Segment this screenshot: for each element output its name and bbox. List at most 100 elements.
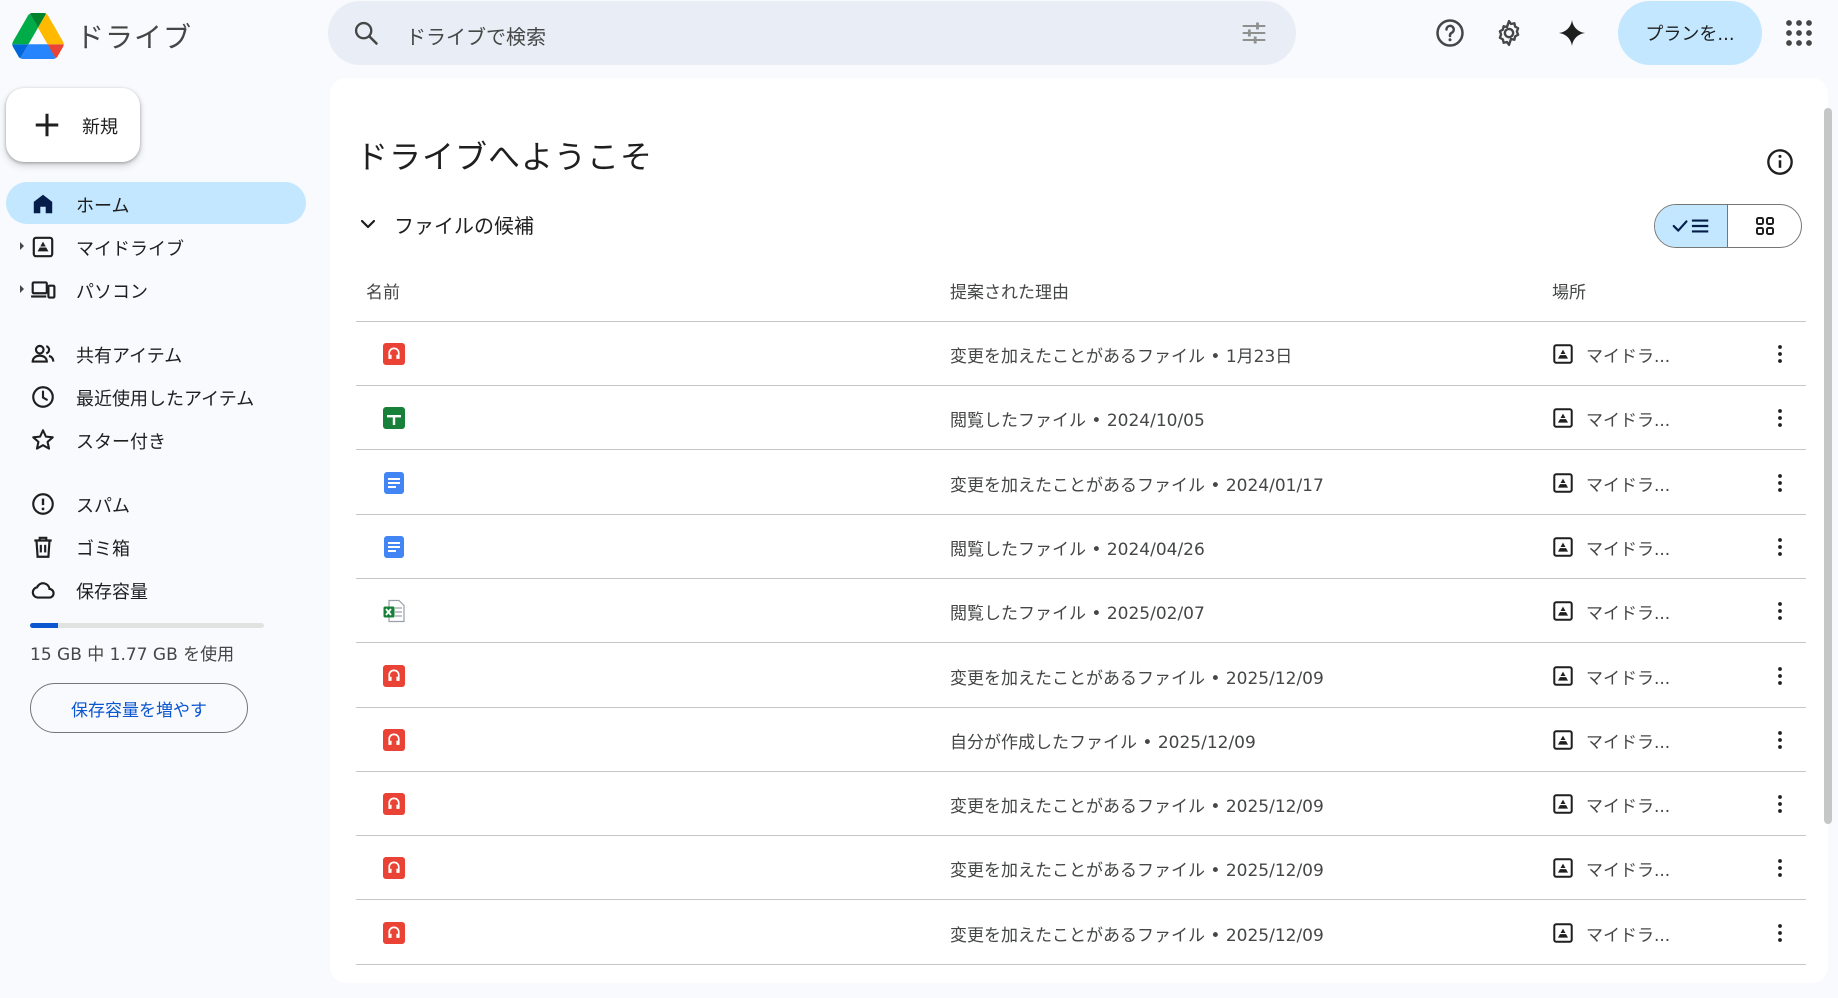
search-input[interactable]: ドライブで検索 bbox=[406, 21, 546, 50]
more-actions-icon[interactable] bbox=[1766, 469, 1794, 497]
scrollbar[interactable] bbox=[1824, 108, 1832, 824]
file-row[interactable]: 変更を加えたことがあるファイル • 1月23日 マイドラ... bbox=[356, 322, 1806, 386]
suggestion-reason: 変更を加えたことがあるファイル • 2025/12/09 bbox=[950, 797, 1324, 818]
new-button-label: 新規 bbox=[82, 117, 118, 138]
star-icon bbox=[32, 429, 54, 450]
file-location[interactable]: マイドラ... bbox=[1586, 664, 1670, 689]
file-location[interactable]: マイドラ... bbox=[1586, 471, 1670, 496]
sidebar-item-recent[interactable]: 最近使用したアイテム bbox=[6, 375, 306, 417]
sidebar-item-spam[interactable]: スパム bbox=[6, 482, 306, 524]
suggestion-reason: 閲覧したファイル • 2024/10/05 bbox=[950, 411, 1205, 432]
excel-file-icon bbox=[382, 599, 406, 623]
file-location[interactable]: マイドラ... bbox=[1586, 792, 1670, 817]
docs-file-icon bbox=[382, 535, 406, 559]
sidebar-item-label: パソコン bbox=[76, 282, 148, 303]
file-location[interactable]: マイドラ... bbox=[1586, 728, 1670, 753]
sidebar-item-home[interactable]: ホーム bbox=[6, 182, 306, 224]
drive-logo-icon bbox=[12, 13, 64, 59]
my-drive-icon bbox=[1552, 729, 1574, 751]
more-actions-icon[interactable] bbox=[1766, 854, 1794, 882]
pdf-file-icon bbox=[382, 921, 406, 945]
file-row[interactable]: 変更を加えたことがあるファイル • 2025/12/09 マイドラ... bbox=[356, 836, 1806, 901]
suggestion-reason: 閲覧したファイル • 2025/02/07 bbox=[950, 604, 1205, 625]
main-content: ドライブへようこそ ファイルの候補 名前 提案された理由 場所 変更を加えたこと… bbox=[330, 78, 1828, 983]
trash-icon bbox=[34, 536, 52, 558]
sidebar-item-trash[interactable]: ゴミ箱 bbox=[6, 525, 306, 567]
pdf-file-icon bbox=[382, 728, 406, 752]
help-icon[interactable] bbox=[1433, 16, 1467, 50]
sidebar-item-starred[interactable]: スター付き bbox=[6, 418, 306, 460]
shared-icon bbox=[31, 344, 55, 363]
more-actions-icon[interactable] bbox=[1766, 790, 1794, 818]
spam-icon bbox=[32, 493, 54, 515]
search-icon[interactable] bbox=[352, 19, 380, 47]
file-row[interactable]: 閲覧したファイル • 2024/10/05 マイドラ... bbox=[356, 386, 1806, 451]
info-icon[interactable] bbox=[1766, 148, 1794, 176]
settings-icon[interactable] bbox=[1492, 16, 1526, 50]
sidebar-item-my-drive[interactable]: マイドライブ bbox=[6, 225, 306, 267]
storage-usage-fill bbox=[30, 623, 58, 628]
sidebar-item-shared[interactable]: 共有アイテム bbox=[6, 332, 306, 374]
my-drive-icon bbox=[1552, 922, 1574, 944]
get-more-storage-button[interactable]: 保存容量を増やす bbox=[30, 683, 248, 733]
sidebar-item-label: 共有アイテム bbox=[76, 346, 183, 367]
file-location[interactable]: マイドラ... bbox=[1586, 535, 1670, 560]
file-location[interactable]: マイドラ... bbox=[1586, 406, 1670, 431]
sidebar-item-label: ゴミ箱 bbox=[76, 539, 130, 560]
file-row[interactable]: 変更を加えたことがあるファイル • 2024/01/17 マイドラ... bbox=[356, 451, 1806, 515]
gemini-sparkle-icon[interactable] bbox=[1555, 16, 1589, 50]
file-row[interactable]: 閲覧したファイル • 2025/02/07 マイドラ... bbox=[356, 579, 1806, 644]
suggestion-reason: 変更を加えたことがあるファイル • 1月23日 bbox=[950, 347, 1293, 367]
plus-icon bbox=[35, 113, 59, 137]
file-location[interactable]: マイドラ... bbox=[1586, 921, 1670, 946]
column-header-location: 場所 bbox=[1552, 283, 1586, 303]
sidebar-item-label: 最近使用したアイテム bbox=[76, 389, 255, 410]
storage-usage-text: 15 GB 中 1.77 GB を使用 bbox=[30, 645, 235, 665]
more-actions-icon[interactable] bbox=[1766, 662, 1794, 690]
home-icon bbox=[33, 194, 53, 214]
sidebar-item-computers[interactable]: パソコン bbox=[6, 268, 306, 310]
more-actions-icon[interactable] bbox=[1766, 404, 1794, 432]
sidebar-item-label: ホーム bbox=[76, 196, 130, 217]
section-title: ファイルの候補 bbox=[394, 213, 534, 238]
more-actions-icon[interactable] bbox=[1766, 533, 1794, 561]
pdf-file-icon bbox=[382, 856, 406, 880]
suggestion-reason: 変更を加えたことがあるファイル • 2025/12/09 bbox=[950, 861, 1324, 882]
drive-logo[interactable]: ドライブ bbox=[12, 8, 192, 64]
file-location[interactable]: マイドラ... bbox=[1586, 599, 1670, 624]
suggestion-reason: 閲覧したファイル • 2024/04/26 bbox=[950, 539, 1205, 560]
list-view-button[interactable] bbox=[1655, 205, 1728, 247]
file-row[interactable]: 変更を加えたことがあるファイル • 2025/12/09 マイドラ... bbox=[356, 644, 1806, 708]
more-actions-icon[interactable] bbox=[1766, 919, 1794, 947]
search-options-icon[interactable] bbox=[1240, 19, 1268, 47]
my-drive-icon bbox=[1552, 536, 1574, 558]
my-drive-icon bbox=[32, 236, 54, 258]
upgrade-plan-button[interactable]: プランを... bbox=[1618, 1, 1762, 65]
sidebar-item-label: スパム bbox=[76, 496, 130, 517]
expand-caret-icon[interactable] bbox=[18, 283, 26, 295]
more-actions-icon[interactable] bbox=[1766, 726, 1794, 754]
suggestion-reason: 変更を加えたことがあるファイル • 2024/01/17 bbox=[950, 475, 1324, 496]
more-actions-icon[interactable] bbox=[1766, 597, 1794, 625]
apps-grid-icon[interactable] bbox=[1784, 18, 1814, 48]
expand-caret-icon[interactable] bbox=[18, 240, 26, 252]
file-row[interactable]: 自分が作成したファイル • 2025/12/09 マイドラ... bbox=[356, 708, 1806, 772]
file-location[interactable]: マイドラ... bbox=[1586, 856, 1670, 881]
chevron-down-icon bbox=[360, 219, 376, 229]
new-button[interactable]: 新規 bbox=[6, 88, 140, 162]
file-row[interactable]: 変更を加えたことがあるファイル • 2025/12/09 マイドラ... bbox=[356, 772, 1806, 837]
grid-view-button[interactable] bbox=[1728, 205, 1801, 247]
sidebar-item-storage[interactable]: 保存容量 bbox=[6, 568, 306, 610]
more-actions-icon[interactable] bbox=[1766, 340, 1794, 368]
column-header-name[interactable]: 名前 bbox=[366, 278, 400, 303]
file-location[interactable]: マイドラ... bbox=[1586, 342, 1670, 367]
pdf-file-icon bbox=[382, 342, 406, 366]
check-list-icon bbox=[1672, 219, 1709, 233]
sidebar-item-label: マイドライブ bbox=[76, 239, 184, 260]
file-row[interactable]: 変更を加えたことがあるファイル • 2025/12/09 マイドラ... bbox=[356, 901, 1806, 965]
file-row[interactable]: 閲覧したファイル • 2024/04/26 マイドラ... bbox=[356, 515, 1806, 579]
search-bar[interactable]: ドライブで検索 bbox=[328, 1, 1296, 65]
page-title: ドライブへようこそ bbox=[356, 138, 654, 176]
my-drive-icon bbox=[1552, 600, 1574, 622]
suggested-files-toggle[interactable]: ファイルの候補 bbox=[356, 208, 534, 240]
